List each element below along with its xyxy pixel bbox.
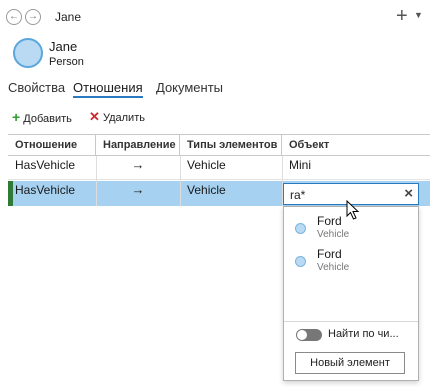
search-input-value: ra* [290,188,306,202]
result-subtitle: Vehicle [317,262,350,273]
direction-arrow-icon: → [131,157,145,172]
column-header-relation[interactable]: Отношение [8,135,96,156]
title-bar: ← → Jane + ▼ [0,0,430,34]
forward-arrow-icon[interactable]: → [25,9,41,25]
dropdown-divider [284,321,418,322]
delete-button[interactable]: ✕ Удалить [89,109,145,124]
result-title: Ford [317,214,342,228]
entity-type: Person [49,56,84,68]
window-title: Jane [55,10,82,24]
tab-documents[interactable]: Документы [156,80,223,95]
cell-relation: HasVehicle [15,158,76,172]
entity-name: Jane [49,39,78,54]
direction-arrow-icon: → [131,182,145,197]
grid-header: Отношение Направление Типы элементов Объ… [8,134,430,156]
result-item[interactable]: Ford Vehicle [284,244,418,276]
search-results-dropdown: Ford Vehicle Ford Vehicle Найти по чи...… [283,206,419,381]
column-divider [96,156,97,206]
cell-relation: HasVehicle [15,183,76,197]
back-arrow-icon[interactable]: ← [6,9,22,25]
cell-types: Vehicle [187,183,226,197]
entity-dot-icon [295,256,306,267]
entity-avatar [13,38,43,68]
entity-dot-icon [295,223,306,234]
column-divider [180,156,181,206]
cell-object: Mini [289,158,312,172]
tab-relationships[interactable]: Отношения [73,80,143,98]
entity-header: Jane Person [13,38,313,70]
table-row[interactable]: HasVehicle → Vehicle Mini [8,156,430,180]
toggle-label: Найти по чи... [328,328,399,340]
chevron-down-icon[interactable]: ▼ [414,10,423,20]
delete-x-icon: ✕ [89,109,100,124]
cell-types: Vehicle [187,158,226,172]
add-button-label: Добавить [23,113,72,125]
new-element-button[interactable]: Новый элемент [295,352,405,374]
tab-properties[interactable]: Свойства [8,80,65,95]
result-title: Ford [317,247,342,261]
plus-icon: + [12,109,21,125]
clear-icon[interactable]: × [404,186,413,202]
add-button[interactable]: + Добавить [12,109,72,125]
search-by-number-toggle[interactable] [296,329,322,341]
mouse-cursor-icon [346,200,360,220]
delete-button-label: Удалить [102,112,145,124]
column-header-types[interactable]: Типы элементов [180,135,282,156]
toggle-knob [297,330,307,340]
result-subtitle: Vehicle [317,229,350,240]
column-header-direction[interactable]: Направление [96,135,180,156]
column-header-object[interactable]: Объект [282,135,430,156]
add-icon[interactable]: + [396,6,408,26]
